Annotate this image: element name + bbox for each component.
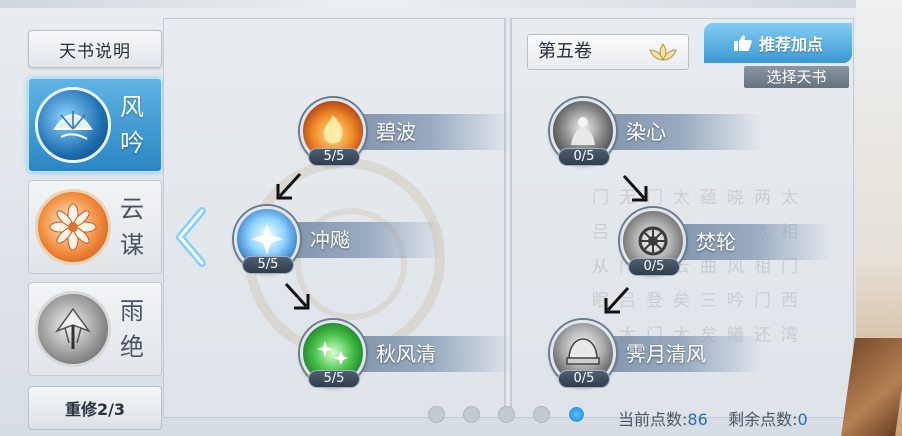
skill-level: 0/5 xyxy=(628,258,680,276)
arrow-down-right-icon xyxy=(622,174,648,202)
skill-node[interactable]: 霁月清风 0/5 xyxy=(550,320,762,400)
lotus-ornament-icon xyxy=(649,43,677,61)
reset-button[interactable]: 重修2/3 xyxy=(28,386,162,430)
skill-level: 5/5 xyxy=(242,256,294,274)
book-name-char-1: 云 xyxy=(120,195,144,223)
skill-name: 碧波 xyxy=(376,120,416,144)
choose-book-label: 选择天书 xyxy=(766,68,827,86)
book-sidebar: 天书说明 风 吟 云 谋 雨 绝 重修2/3 xyxy=(0,0,170,436)
arrow-down-left-icon xyxy=(604,286,630,314)
page-dot[interactable] xyxy=(428,406,445,423)
book-tab-yunmou[interactable]: 云 谋 xyxy=(28,180,162,274)
skill-name: 秋风清 xyxy=(376,342,436,366)
page-indicator xyxy=(428,406,585,424)
recommend-label: 推荐加点 xyxy=(758,35,823,54)
book-name-char-1: 风 xyxy=(120,93,144,121)
book-tab-yujue[interactable]: 雨 绝 xyxy=(28,282,162,376)
umbrella-emblem-icon xyxy=(35,291,111,367)
reset-label: 重修2/3 xyxy=(64,400,126,419)
lotus-flower-emblem-icon xyxy=(35,189,111,265)
book-name: 雨 绝 xyxy=(117,293,147,365)
page-dot-active[interactable] xyxy=(568,406,585,423)
book-name-char-2: 绝 xyxy=(120,333,144,361)
page-dot[interactable] xyxy=(463,406,480,423)
current-points-value: 86 xyxy=(687,410,708,429)
page-dot[interactable] xyxy=(533,406,550,423)
skill-level: 0/5 xyxy=(558,370,610,388)
page-dot[interactable] xyxy=(498,406,515,423)
skill-level: 5/5 xyxy=(308,148,360,166)
book-info-button[interactable]: 天书说明 xyxy=(28,30,162,68)
remaining-points-value: 0 xyxy=(797,410,808,429)
skill-level: 0/5 xyxy=(558,148,610,166)
fan-emblem-icon xyxy=(35,87,111,163)
skill-name: 染心 xyxy=(626,120,666,144)
skill-node[interactable]: 焚轮 0/5 xyxy=(620,208,832,288)
recommend-points-button[interactable]: 推荐加点 xyxy=(703,22,853,64)
book-tab-fengyin[interactable]: 风 吟 xyxy=(28,78,162,172)
choose-book-button[interactable]: 选择天书 xyxy=(744,66,849,88)
arrow-down-right-icon xyxy=(284,282,310,310)
book-info-label: 天书说明 xyxy=(59,41,131,62)
remaining-points-label: 剩余点数: xyxy=(728,410,798,429)
chevron-left-icon[interactable] xyxy=(172,205,212,269)
skill-node[interactable]: 秋风清 5/5 xyxy=(300,320,512,400)
book-name-char-1: 雨 xyxy=(120,297,144,325)
book-name-char-2: 吟 xyxy=(120,129,144,157)
points-summary: 当前点数:86 剩余点数:0 xyxy=(618,406,808,430)
volume-label: 第五卷 xyxy=(538,41,592,62)
skill-name: 焚轮 xyxy=(696,230,736,254)
skill-node[interactable]: 冲飚 5/5 xyxy=(234,206,446,286)
skill-name: 冲飚 xyxy=(310,228,350,252)
skill-name: 霁月清风 xyxy=(626,342,706,366)
book-name-char-2: 谋 xyxy=(120,231,144,259)
skill-node[interactable]: 碧波 5/5 xyxy=(300,98,512,178)
skill-node[interactable]: 染心 0/5 xyxy=(550,98,762,178)
volume-selector[interactable]: 第五卷 xyxy=(527,34,689,70)
skill-level: 5/5 xyxy=(308,370,360,388)
book-name: 云 谋 xyxy=(117,191,147,263)
current-points-label: 当前点数: xyxy=(618,410,688,429)
arrow-down-left-icon xyxy=(276,172,302,200)
thumbs-up-icon xyxy=(733,35,752,51)
book-name: 风 吟 xyxy=(117,89,147,161)
